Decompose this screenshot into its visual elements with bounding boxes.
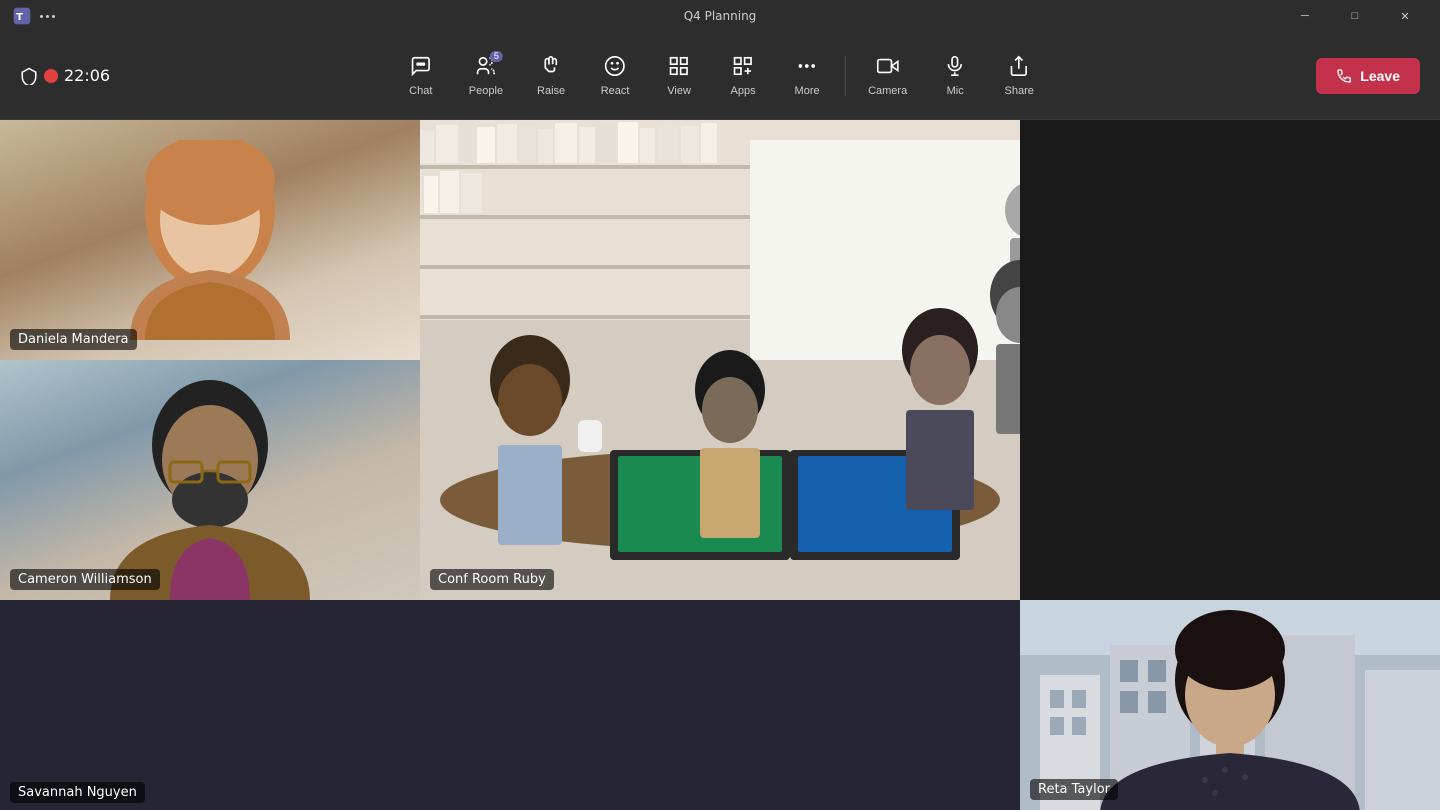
empty-cell-top-right xyxy=(1020,120,1440,600)
chat-icon xyxy=(410,55,432,81)
view-icon xyxy=(668,55,690,81)
maximize-button[interactable]: □ xyxy=(1332,0,1378,32)
window-controls[interactable]: ─ □ ✕ xyxy=(1282,0,1428,32)
view-label: View xyxy=(667,85,691,97)
daniela-label: Daniela Mandera xyxy=(10,329,137,350)
react-button[interactable]: React xyxy=(585,47,645,105)
toolbar-left: 22:06 xyxy=(20,66,110,85)
reta-label: Reta Taylor xyxy=(1030,779,1118,800)
close-button[interactable]: ✕ xyxy=(1382,0,1428,32)
mic-label: Mic xyxy=(947,85,964,97)
more-label: More xyxy=(795,85,820,97)
recording-indicator xyxy=(44,69,58,83)
more-icon xyxy=(796,55,818,81)
raise-label: Raise xyxy=(537,85,565,97)
conf-room-label: Conf Room Ruby xyxy=(430,569,554,590)
more-button[interactable]: More xyxy=(777,47,837,105)
video-cell-savannah: Savannah Nguyen xyxy=(0,600,1020,810)
leave-button[interactable]: Leave xyxy=(1316,58,1420,94)
chat-button[interactable]: Chat xyxy=(391,47,451,105)
video-cell-cameron: Cameron Williamson xyxy=(0,360,420,600)
toolbar-divider xyxy=(845,56,846,96)
react-icon xyxy=(604,55,626,81)
savannah-label-container: Savannah Nguyen xyxy=(10,781,145,800)
camera-button[interactable]: Camera xyxy=(854,47,921,105)
leave-phone-icon xyxy=(1336,68,1352,84)
share-icon xyxy=(1008,55,1030,81)
window-title: Q4 Planning xyxy=(684,9,757,23)
share-label: Share xyxy=(1005,85,1034,97)
minimize-button[interactable]: ─ xyxy=(1282,0,1328,32)
apps-label: Apps xyxy=(731,85,756,97)
title-bar: T Q4 Planning ─ □ ✕ xyxy=(0,0,1440,32)
video-cell-daniela: Daniela Mandera xyxy=(0,120,420,360)
call-timer: 22:06 xyxy=(64,66,110,85)
apps-button[interactable]: Apps xyxy=(713,47,773,105)
people-badge: 5 xyxy=(490,51,503,62)
video-grid: Daniela Mandera Cameron Williamson xyxy=(0,120,1440,810)
react-label: React xyxy=(601,85,630,97)
view-button[interactable]: View xyxy=(649,47,709,105)
people-label: People xyxy=(469,85,503,97)
shield-icon xyxy=(20,67,38,85)
raise-icon xyxy=(540,55,562,81)
raise-button[interactable]: Raise xyxy=(521,47,581,105)
toolbar-center: Chat 5 People Raise xyxy=(391,47,1049,105)
people-icon: 5 xyxy=(475,55,497,81)
cameron-video-person xyxy=(70,380,350,600)
leave-label: Leave xyxy=(1360,68,1400,84)
mic-icon xyxy=(944,55,966,81)
cameron-label: Cameron Williamson xyxy=(10,569,160,590)
chat-label: Chat xyxy=(409,85,432,97)
video-cell-reta: Reta Taylor xyxy=(1020,600,1440,810)
apps-icon xyxy=(732,55,754,81)
toolbar-right: Leave xyxy=(1316,58,1420,94)
menu-dots[interactable] xyxy=(40,15,55,18)
camera-label: Camera xyxy=(868,85,907,97)
mic-button[interactable]: Mic xyxy=(925,47,985,105)
toolbar: 22:06 Chat 5 xyxy=(0,32,1440,120)
teams-logo-icon: T xyxy=(12,6,32,26)
camera-icon xyxy=(877,55,899,81)
video-cell-conf-room: Conf Room Ruby xyxy=(420,120,1020,600)
daniela-video-person xyxy=(80,140,340,360)
people-button[interactable]: 5 People xyxy=(455,47,517,105)
share-button[interactable]: Share xyxy=(989,47,1049,105)
conf-room-scene xyxy=(420,120,1020,600)
svg-text:T: T xyxy=(16,12,23,23)
title-bar-left: T xyxy=(12,6,55,26)
savannah-label: Savannah Nguyen xyxy=(10,782,145,803)
